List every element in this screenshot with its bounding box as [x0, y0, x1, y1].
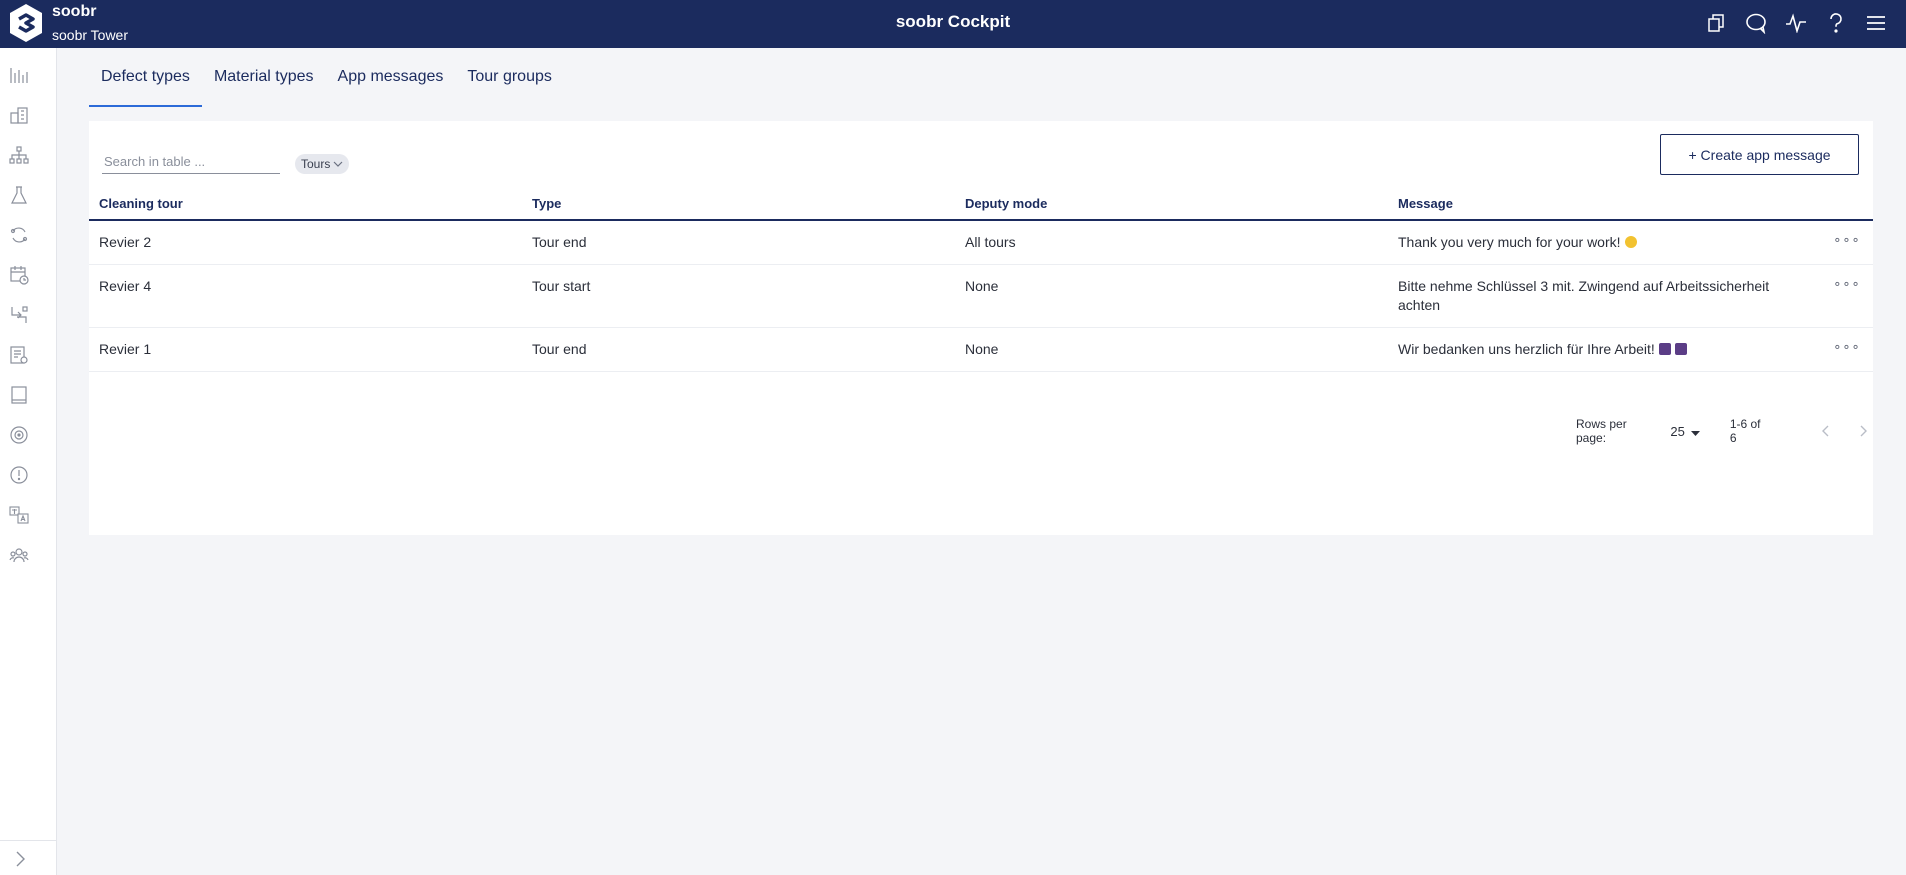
cell-type: Tour end: [522, 327, 955, 372]
calendar-clock-icon[interactable]: [8, 264, 30, 286]
top-bar: soobr soobr Tower soobr Cockpit: [0, 0, 1906, 48]
app-messages-card: Tours + Create app message Cleaning tour…: [89, 121, 1873, 535]
sparkle-emoji-icon: [1658, 343, 1671, 355]
tablet-icon[interactable]: [8, 384, 30, 406]
column-header-deputy-mode[interactable]: Deputy mode: [955, 188, 1388, 221]
document-settings-icon[interactable]: [8, 344, 30, 366]
target-icon[interactable]: [8, 424, 30, 446]
building-icon[interactable]: [8, 104, 30, 126]
cell-message: Bitte nehme Schlüssel 3 mit. Zwingend au…: [1388, 264, 1821, 328]
column-header-type[interactable]: Type: [522, 188, 955, 221]
row-actions-button[interactable]: ∘∘∘: [1821, 220, 1873, 265]
search-input[interactable]: [102, 150, 280, 174]
swap-icon[interactable]: [8, 304, 30, 326]
settings-tabs: Defect types Material types App messages…: [89, 58, 564, 108]
sidebar: [0, 48, 57, 875]
raised-hands-emoji-icon: [1624, 236, 1637, 248]
create-app-message-button[interactable]: + Create app message: [1660, 134, 1859, 175]
copy-icon[interactable]: [1704, 11, 1728, 35]
cell-deputy-mode: None: [955, 327, 1388, 372]
pagination: Rows per page: 25 1-6 of 6: [1576, 417, 1873, 445]
message-text: Wir bedanken uns herzlich für Ihre Arbei…: [1398, 341, 1655, 357]
rows-per-page-select[interactable]: 25: [1670, 423, 1700, 439]
cell-cleaning-tour: Revier 2: [89, 220, 522, 265]
refresh-cycle-icon[interactable]: [8, 224, 30, 246]
cell-type: Tour end: [522, 220, 955, 265]
previous-page-button[interactable]: [1817, 421, 1836, 441]
table-row[interactable]: Revier 2 Tour end All tours Thank you ve…: [89, 220, 1873, 265]
sidebar-divider: [0, 840, 57, 841]
message-text: Thank you very much for your work!: [1398, 234, 1621, 250]
chevron-down-icon: [333, 157, 343, 171]
activity-icon[interactable]: [1784, 11, 1808, 35]
table-row[interactable]: Revier 1 Tour end None Wir bedanken uns …: [89, 327, 1873, 372]
column-header-actions: [1821, 188, 1873, 221]
rows-per-page-label: Rows per page:: [1576, 417, 1627, 445]
top-icon-bar: [1704, 11, 1888, 35]
chat-icon[interactable]: [1744, 11, 1768, 35]
translate-icon[interactable]: [8, 504, 30, 526]
cell-message: Wir bedanken uns herzlich für Ihre Arbei…: [1388, 327, 1821, 372]
flask-icon[interactable]: [8, 184, 30, 206]
site-name: soobr Tower: [52, 27, 129, 43]
cell-deputy-mode: All tours: [955, 220, 1388, 265]
brand[interactable]: soobr soobr Tower: [52, 3, 128, 44]
tab-tour-groups[interactable]: Tour groups: [455, 58, 564, 108]
cell-cleaning-tour: Revier 4: [89, 264, 522, 328]
soobr-logo[interactable]: [8, 3, 44, 43]
app-title: soobr Cockpit: [895, 12, 1011, 31]
help-icon[interactable]: [1824, 11, 1848, 35]
column-header-cleaning-tour[interactable]: Cleaning tour: [89, 188, 522, 221]
team-icon[interactable]: [8, 544, 30, 566]
tab-defect-types[interactable]: Defect types: [89, 58, 202, 108]
table-row[interactable]: Revier 4 Tour start None Bitte nehme Sch…: [89, 264, 1873, 328]
row-actions-button[interactable]: ∘∘∘: [1821, 264, 1873, 328]
app-messages-table: Cleaning tour Type Deputy mode Message R…: [89, 188, 1873, 372]
tours-filter-chip[interactable]: Tours: [295, 154, 350, 174]
menu-icon[interactable]: [1864, 11, 1888, 35]
bar-chart-icon[interactable]: [8, 64, 30, 86]
alert-circle-icon[interactable]: [8, 464, 30, 486]
page-range: 1-6 of 6: [1729, 417, 1761, 445]
chevron-right-icon[interactable]: [9, 848, 31, 870]
hierarchy-icon[interactable]: [8, 144, 30, 166]
tab-material-types[interactable]: Material types: [202, 58, 326, 108]
cell-message: Thank you very much for your work!: [1388, 220, 1821, 265]
caret-down-icon: [1690, 424, 1700, 439]
rows-per-page-value: 25: [1670, 423, 1685, 439]
cell-cleaning-tour: Revier 1: [89, 327, 522, 372]
tours-filter-label: Tours: [301, 157, 331, 171]
column-header-message[interactable]: Message: [1388, 188, 1821, 221]
sparkle-emoji-icon: [1674, 343, 1687, 355]
table-header-row: Cleaning tour Type Deputy mode Message: [89, 188, 1873, 221]
tab-app-messages[interactable]: App messages: [326, 58, 456, 108]
cell-type: Tour start: [522, 264, 955, 328]
cell-deputy-mode: None: [955, 264, 1388, 328]
brand-name: soobr: [52, 3, 97, 20]
next-page-button[interactable]: [1854, 421, 1873, 441]
row-actions-button[interactable]: ∘∘∘: [1821, 327, 1873, 372]
